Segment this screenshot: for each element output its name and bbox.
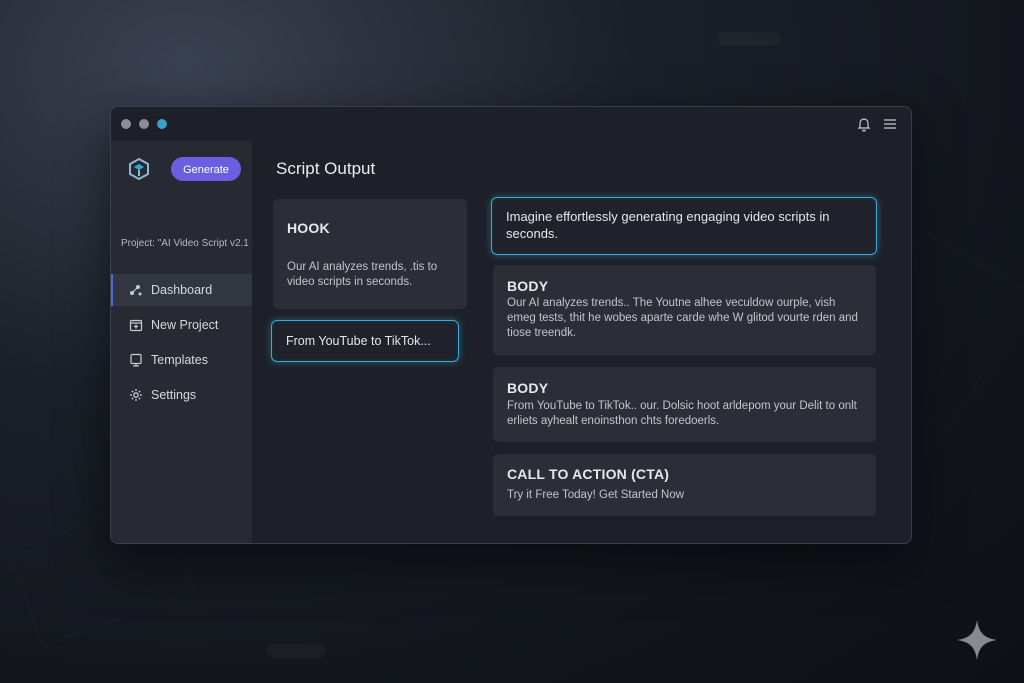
sidebar-item-new-project[interactable]: New Project [111,309,252,341]
sidebar-item-label: Templates [151,353,208,367]
sidebar-item-label: New Project [151,318,219,332]
hook-card[interactable]: HOOK Our AI analyzes trends, .tis to vid… [273,199,467,309]
generate-button[interactable]: Generate [171,157,241,181]
bell-icon[interactable] [856,116,872,132]
sidebar-item-label: Settings [151,388,197,402]
app-window: Generate Project: "AI Video Script v2.1 … [110,106,912,544]
sidebar: Generate Project: "AI Video Script v2.1 … [111,141,252,543]
highlight-text: Imagine effortlessly generating engaging… [506,209,830,241]
cta-body: Try it Free Today! Get Started Now [507,489,685,501]
highlight-card[interactable]: Imagine effortlessly generating engaging… [491,197,877,255]
background-decoration [266,644,326,658]
cta-title: CALL TO ACTION (CTA) [507,466,670,482]
body-card[interactable]: BODY Our AI analyzes trends.. The Youtne… [493,265,876,355]
title-bar [111,107,911,141]
sparkle-icon [955,618,999,662]
sidebar-item-templates[interactable]: Templates [111,344,252,376]
body-title: BODY [507,380,549,396]
platform-chip[interactable]: From YouTube to TikTok... [271,320,459,362]
platform-chip-label: From YouTube to TikTok... [286,334,431,348]
templates-icon [129,353,143,367]
window-close-dot[interactable] [121,119,131,129]
sidebar-item-dashboard[interactable]: Dashboard [111,274,252,306]
body-card[interactable]: BODY From YouTube to TikTok.. our. Dolsi… [493,367,876,442]
body-title: BODY [507,278,549,294]
project-name: Project: "AI Video Script v2.1 [121,238,249,249]
dashboard-icon [129,283,143,297]
cta-card[interactable]: CALL TO ACTION (CTA) Try it Free Today! … [493,454,876,516]
sidebar-item-settings[interactable]: Settings [111,379,252,411]
menu-icon[interactable] [882,116,898,132]
window-maximize-dot[interactable] [157,119,167,129]
body-text: Our AI analyzes trends.. The Youtne alhe… [507,297,858,339]
body-text: From YouTube to TikTok.. our. Dolsic hoo… [507,400,857,427]
window-minimize-dot[interactable] [139,119,149,129]
background-decoration [718,32,780,46]
page-title: Script Output [276,159,376,178]
hook-body: Our AI analyzes trends, .tis to video sc… [287,261,438,288]
sidebar-item-label: Dashboard [151,283,213,297]
new-project-icon [129,318,143,332]
hook-title: HOOK [287,220,330,236]
gear-icon [129,388,143,402]
app-logo-icon [127,157,151,181]
